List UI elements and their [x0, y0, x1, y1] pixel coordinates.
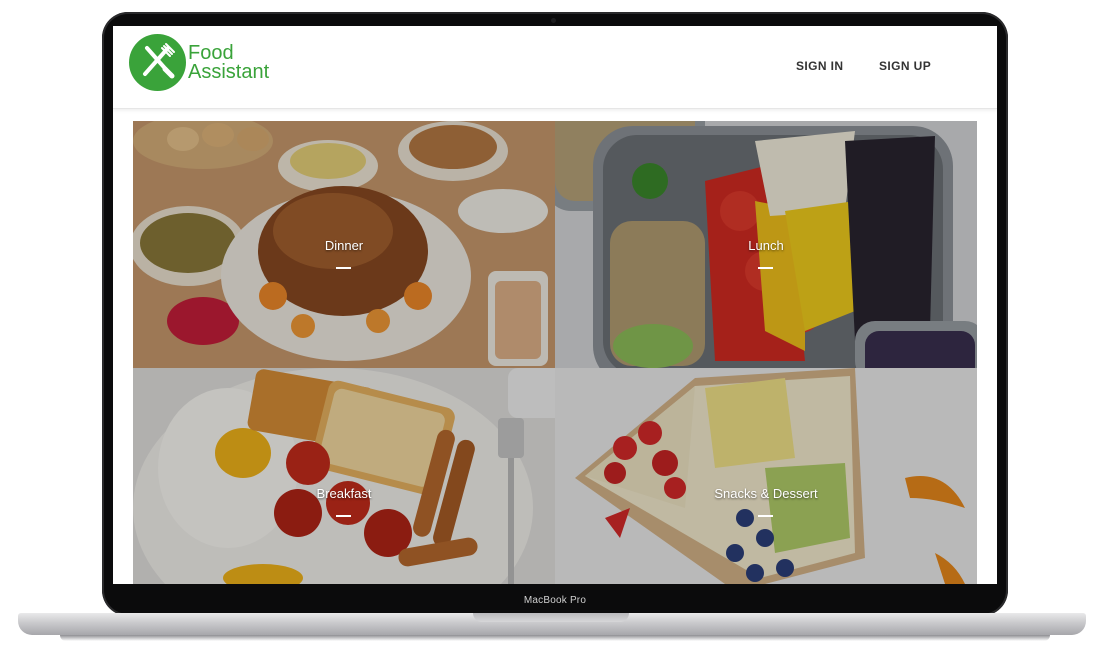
sign-up-link[interactable]: SIGN UP — [879, 59, 931, 73]
device-label: MacBook Pro — [523, 595, 587, 606]
app-name-line2: Assistant — [188, 61, 270, 83]
category-label-dinner: Dinner — [324, 238, 364, 253]
logo[interactable] — [129, 34, 186, 91]
fork-knife-icon — [143, 43, 175, 79]
category-tile-lunch[interactable]: Lunch — [555, 121, 977, 368]
sign-in-link[interactable]: SIGN IN — [796, 59, 843, 73]
camera-dot — [551, 18, 556, 23]
snacks-dessert-overlay — [555, 368, 977, 584]
laptop-base-shadow — [60, 635, 1050, 641]
app-screen: Food Assistant SIGN IN SIGN UP Dinner Lu… — [113, 26, 997, 584]
category-underline-breakfast — [336, 515, 351, 517]
app-name[interactable]: Food Assistant — [188, 43, 270, 83]
laptop-notch — [473, 613, 629, 622]
breakfast-overlay — [133, 368, 555, 584]
category-label-snacks-dessert: Snacks & Dessert — [714, 486, 818, 501]
category-tile-snacks-dessert[interactable]: Snacks & Dessert — [555, 368, 977, 584]
category-underline-dinner — [336, 267, 351, 269]
category-underline-lunch — [758, 267, 773, 269]
category-label-lunch: Lunch — [748, 238, 784, 253]
app-header: Food Assistant SIGN IN SIGN UP — [113, 26, 997, 109]
category-tile-dinner[interactable]: Dinner — [133, 121, 555, 368]
category-underline-snacks-dessert — [758, 515, 773, 517]
category-label-breakfast: Breakfast — [316, 486, 372, 501]
category-tile-breakfast[interactable]: Breakfast — [133, 368, 555, 584]
